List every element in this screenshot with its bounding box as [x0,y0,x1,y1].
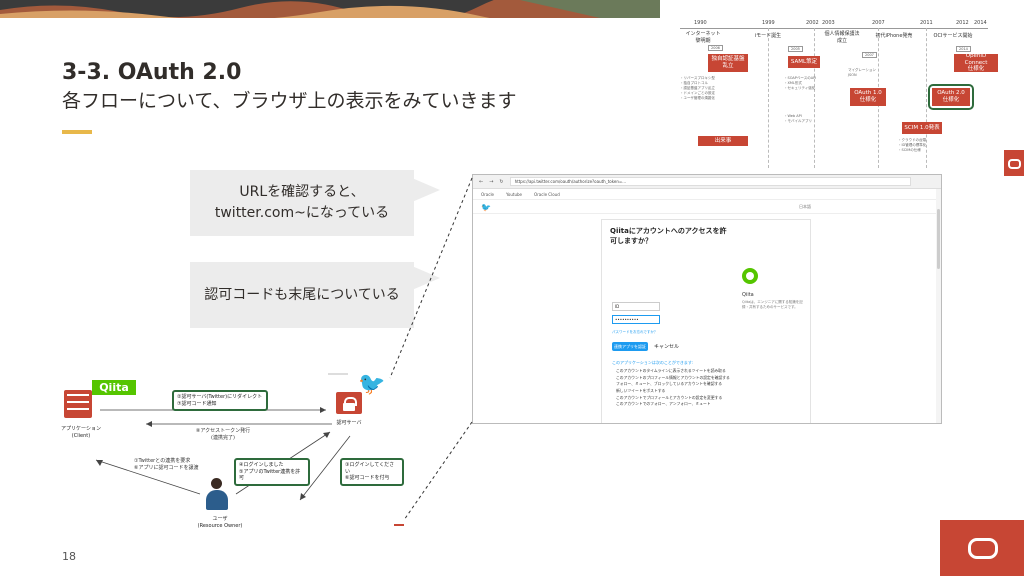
user-icon [204,478,230,514]
client-label-line1: アプリケーション [61,426,101,432]
user-label-line1: ユーザ [212,516,228,522]
accent-dash [394,524,404,526]
step-token-text: ⑧アクセストークン発行 (連携完了) [195,428,251,441]
user-head [211,478,222,489]
oracle-logo [940,520,1024,576]
user-label: ユーザ (Resource Owner) [190,516,250,530]
step-request-text: ①Twitterとの連携を要求 ⑥アプリに認可コードを譲渡 [134,458,199,471]
client-label-line2: (Client) [71,433,91,439]
twitter-bird-icon: 🐦 [358,372,386,397]
step-login-box: ④ログインしました ⑤アプリのTwitter連携を許可 [234,458,310,486]
client-label: アプリケーション (Client) [52,426,110,440]
server-icon [64,390,92,418]
user-body [206,490,228,510]
lock-icon [336,392,362,414]
qiita-logo: Qiita [92,380,136,395]
connector-lines [95,177,473,521]
page-number: 18 [62,550,76,563]
step-prompt-box: ③ログインしてください ⑥認可コードを付与 [340,458,404,486]
user-label-line2: (Resource Owner) [197,523,243,529]
auth-server-label: 認可サーバ [336,420,362,426]
step-redirect-box: ②認可サーバ(Twitter)にリダイレクト ⑦認可コード通知 [172,390,268,411]
